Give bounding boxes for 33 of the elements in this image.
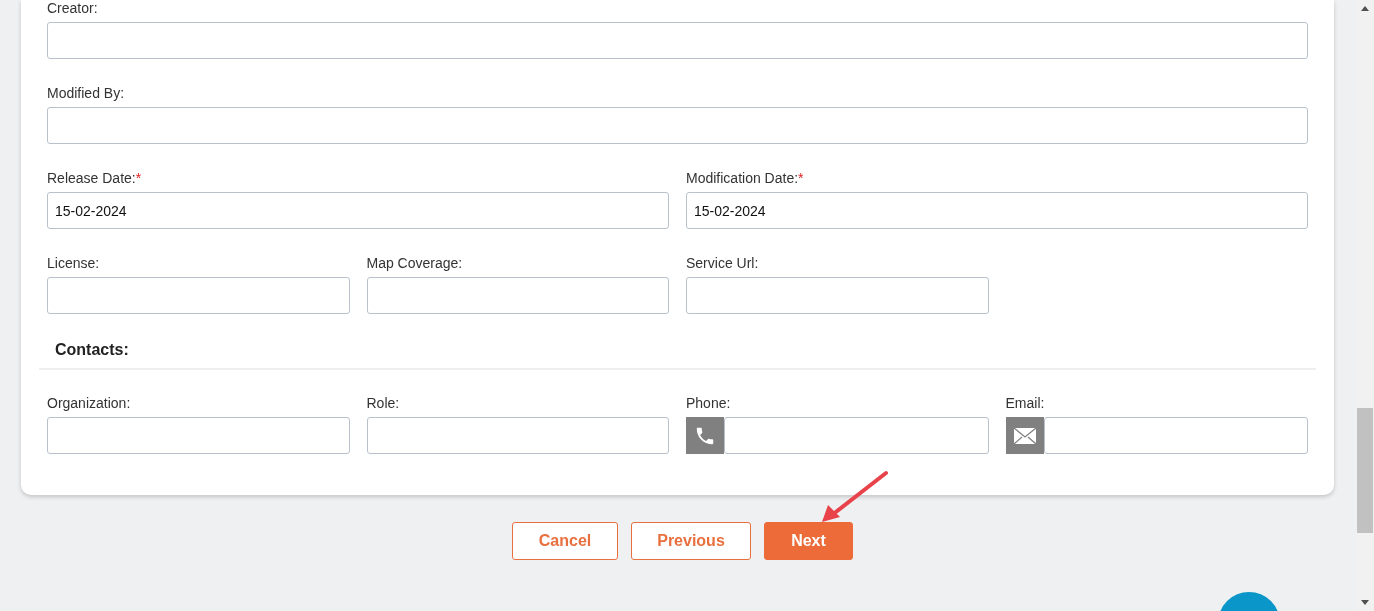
field-label: Creator: [47, 0, 98, 16]
input-field[interactable] [366, 417, 669, 454]
input-field[interactable] [366, 277, 669, 314]
field-label: Modified By: [47, 85, 125, 101]
input-field[interactable] [47, 277, 350, 314]
field-label: Modification Date: [686, 170, 799, 186]
input-field[interactable] [724, 417, 989, 454]
required-mark: * [135, 170, 142, 186]
form-button[interactable]: Previous [631, 522, 751, 560]
input-field[interactable]: 15-02-2024 [686, 192, 1308, 229]
form-button[interactable]: Cancel [512, 522, 618, 560]
scroll-down-icon[interactable] [1361, 600, 1369, 605]
input-field[interactable] [686, 277, 989, 314]
scrollbar-thumb[interactable] [1357, 408, 1373, 533]
phone-icon [686, 417, 724, 454]
input-field[interactable] [47, 107, 1308, 144]
field-label: Role: [366, 395, 400, 411]
input-field[interactable] [47, 22, 1308, 59]
field-label: Email: [1005, 395, 1045, 411]
field-label: Phone: [686, 395, 731, 411]
field-label: Map Coverage: [366, 255, 463, 271]
field-label: Release Date: [47, 170, 136, 186]
scroll-up-icon[interactable] [1361, 6, 1369, 11]
form-button[interactable]: Next [764, 522, 853, 560]
field-label: Service Url: [686, 255, 759, 271]
input-field[interactable] [1043, 417, 1308, 454]
field-label: License: [47, 255, 100, 271]
required-mark: * [798, 170, 804, 186]
field-label: Organization: [47, 395, 131, 411]
envelope-icon [1005, 417, 1044, 454]
section-heading: Contacts: [55, 341, 129, 358]
input-field[interactable]: 15-02-2024 [47, 192, 669, 229]
input-field[interactable] [47, 417, 350, 454]
